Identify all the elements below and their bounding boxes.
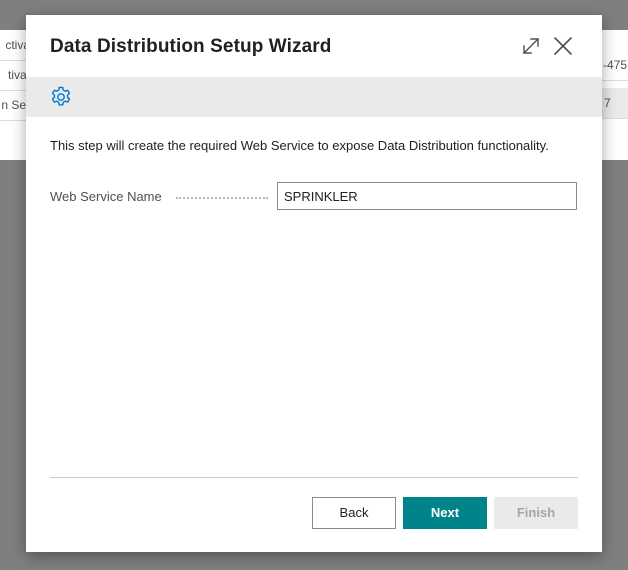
- footer-divider: [50, 477, 578, 478]
- finish-button[interactable]: Finish: [494, 497, 578, 529]
- wizard-toolbar: [26, 77, 602, 117]
- background-row: 7: [600, 88, 628, 119]
- gear-icon: [51, 86, 71, 106]
- expand-button[interactable]: [520, 35, 542, 57]
- background-row-text: -475: [603, 58, 628, 72]
- dialog-title: Data Distribution Setup Wizard: [50, 36, 332, 57]
- next-button[interactable]: Next: [403, 497, 487, 529]
- setup-wizard-dialog: Data Distribution Setup Wizard This step…: [26, 15, 602, 552]
- background-row-text: 7: [604, 96, 611, 110]
- label-leader-dots: [176, 197, 268, 199]
- background-page-right: -475 7: [600, 30, 628, 160]
- web-service-name-label: Web Service Name: [50, 189, 162, 204]
- settings-button[interactable]: [49, 85, 73, 109]
- close-button[interactable]: [552, 35, 574, 57]
- close-icon: [554, 37, 572, 55]
- background-row: -475: [600, 50, 628, 81]
- web-service-name-input[interactable]: [277, 182, 577, 210]
- back-button[interactable]: Back: [312, 497, 396, 529]
- step-instruction: This step will create the required Web S…: [50, 138, 549, 153]
- expand-icon: [523, 38, 539, 54]
